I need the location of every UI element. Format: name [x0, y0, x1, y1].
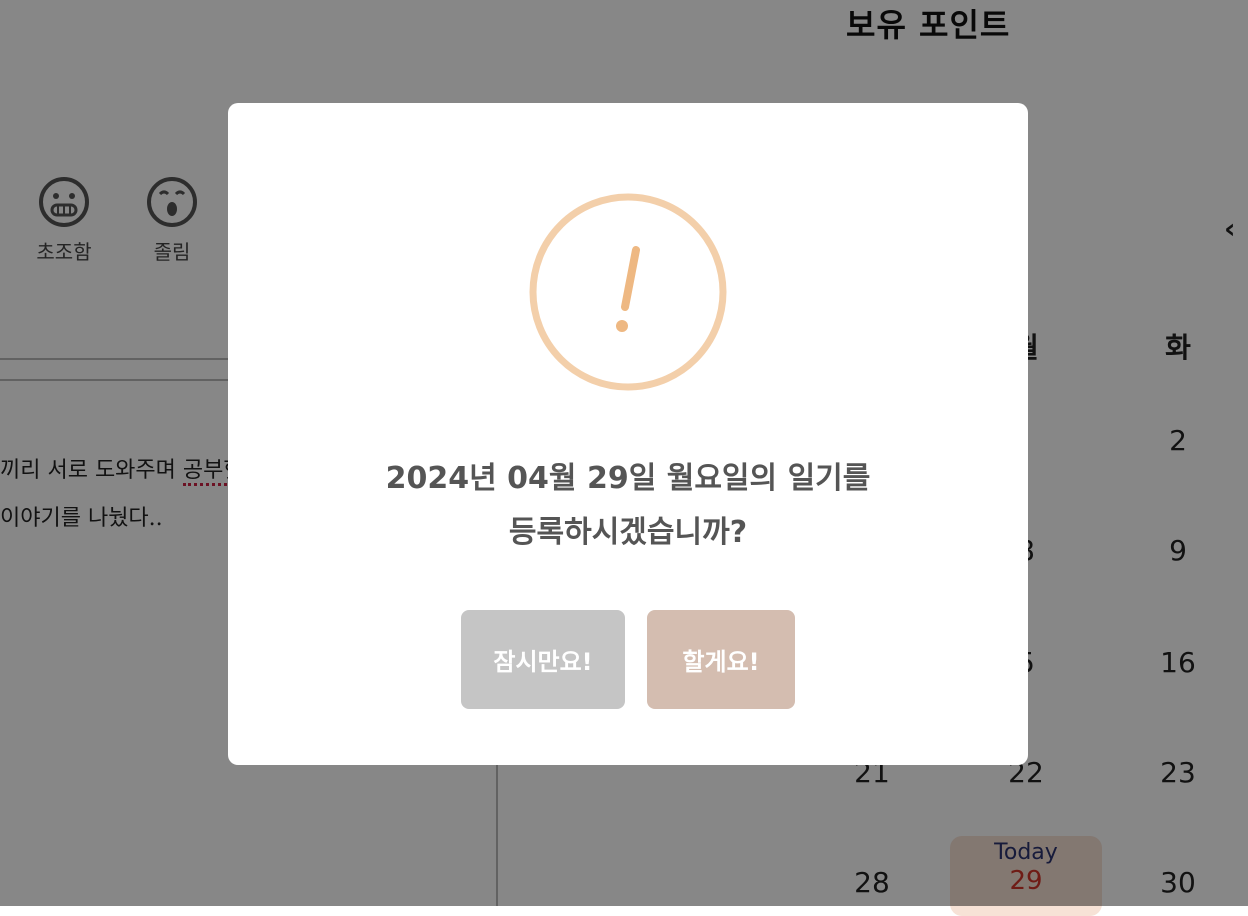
- confirm-dialog: 2024년 04월 29일 월요일의 일기를 등록하시겠습니까? 잠시만요! 할…: [228, 103, 1028, 765]
- confirm-button[interactable]: 할게요!: [647, 610, 795, 709]
- dialog-message-line1: 2024년 04월 29일 월요일의 일기를: [385, 461, 871, 496]
- exclamation-circle-icon: [529, 193, 727, 391]
- dialog-message-line2: 등록하시겠습니까?: [508, 515, 748, 550]
- cancel-button[interactable]: 잠시만요!: [461, 610, 625, 709]
